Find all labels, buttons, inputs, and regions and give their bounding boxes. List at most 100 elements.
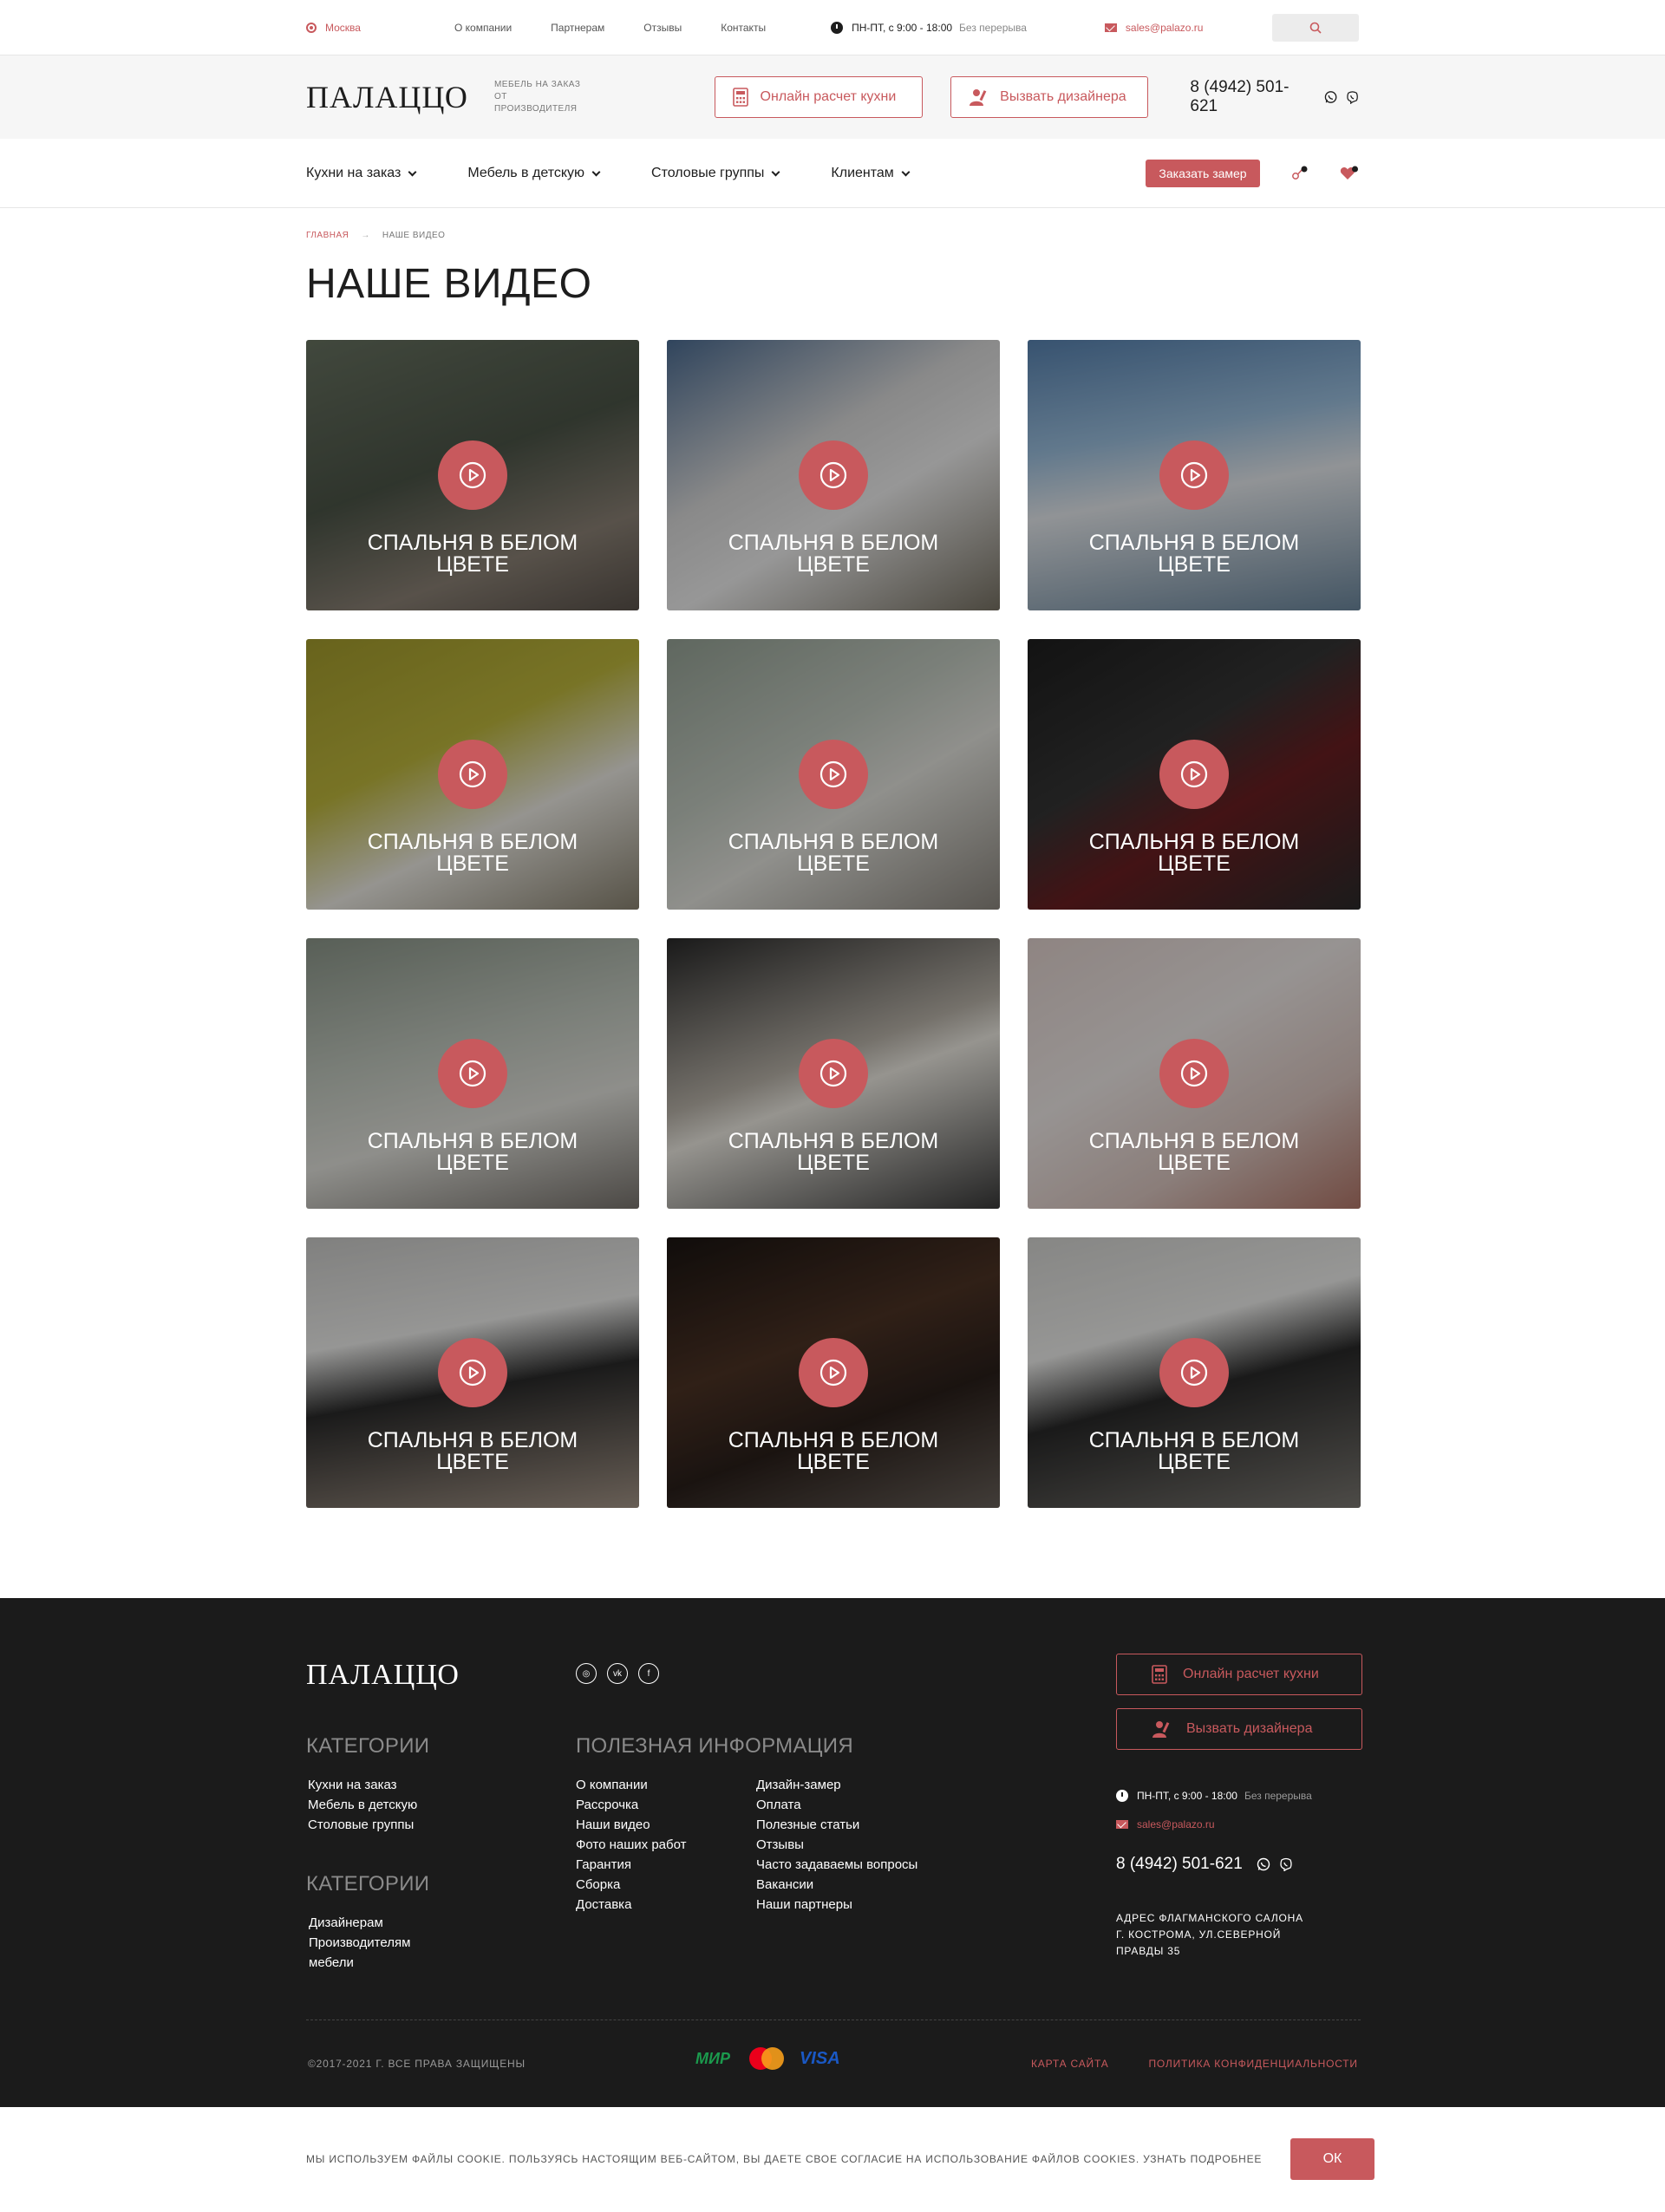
footer-link[interactable]: Рассрочка — [576, 1795, 687, 1815]
footer-link[interactable]: Часто задаваемы вопросы — [756, 1855, 917, 1875]
footer-hours-note: Без перерыва — [1244, 1790, 1312, 1802]
play-icon — [459, 1060, 486, 1087]
video-title: СПАЛЬНЯ В БЕЛОМ ЦВЕТЕ — [1088, 830, 1300, 876]
top-link-partners[interactable]: Партнерам — [551, 22, 604, 34]
video-card[interactable]: СПАЛЬНЯ В БЕЛОМ ЦВЕТЕ — [306, 639, 639, 910]
video-title: СПАЛЬНЯ В БЕЛОМ ЦВЕТЕ — [1088, 1428, 1300, 1474]
play-button[interactable] — [799, 1039, 868, 1108]
video-card[interactable]: СПАЛЬНЯ В БЕЛОМ ЦВЕТЕ — [1028, 1237, 1361, 1508]
email-link[interactable]: sales@palazo.ru — [1104, 22, 1204, 34]
vk-icon[interactable]: vk — [607, 1663, 628, 1684]
footer-link[interactable]: мебели — [309, 1953, 410, 1973]
play-button[interactable] — [1159, 1338, 1229, 1407]
call-designer-button[interactable]: Вызвать дизайнера — [950, 76, 1149, 118]
play-icon — [819, 461, 847, 489]
footer-logo[interactable]: ПАЛАЦЦО — [306, 1659, 460, 1692]
footer-link[interactable]: Производителям — [309, 1933, 410, 1953]
footer-link[interactable]: Дизайн-замер — [756, 1775, 917, 1795]
play-button[interactable] — [438, 1039, 507, 1108]
footer-link[interactable]: Дизайнерам — [309, 1913, 410, 1933]
footer-link[interactable]: Столовые группы — [308, 1815, 417, 1835]
header: ПАЛАЦЦО МЕБЕЛЬ НА ЗАКАЗ ОТ ПРОИЗВОДИТЕЛЯ… — [0, 55, 1665, 139]
video-card[interactable]: СПАЛЬНЯ В БЕЛОМ ЦВЕТЕ — [667, 938, 1000, 1209]
hours-note: Без перерыва — [959, 22, 1027, 34]
top-link-reviews[interactable]: Отзывы — [643, 22, 682, 34]
footer-email-link[interactable]: sales@palazo.ru — [1116, 1818, 1215, 1830]
play-icon — [819, 760, 847, 788]
video-card[interactable]: СПАЛЬНЯ В БЕЛОМ ЦВЕТЕ — [1028, 340, 1361, 610]
cookie-accept-button[interactable]: ОК — [1290, 2138, 1374, 2180]
whatsapp-icon[interactable] — [1257, 1857, 1270, 1871]
video-card[interactable]: СПАЛЬНЯ В БЕЛОМ ЦВЕТЕ — [306, 1237, 639, 1508]
nav-item-kitchens[interactable]: Кухни на заказ — [306, 166, 417, 181]
cookie-text: МЫ ИСПОЛЬЗУЕМ ФАЙЛЫ COOKIE. ПОЛЬЗУЯСЬ НА… — [306, 2153, 1263, 2165]
footer-link[interactable]: Вакансии — [756, 1875, 917, 1895]
phone-block[interactable]: 8 (4942) 501-621 — [1190, 78, 1359, 116]
play-button[interactable] — [1159, 740, 1229, 809]
designer-icon — [970, 89, 987, 106]
footer-link[interactable]: Мебель в детскую — [308, 1795, 417, 1815]
video-card[interactable]: СПАЛЬНЯ В БЕЛОМ ЦВЕТЕ — [1028, 639, 1361, 910]
top-link-contacts[interactable]: Контакты — [721, 22, 766, 34]
arrow-right-icon: → — [361, 231, 370, 240]
footer-kitchen-calc-button[interactable]: Онлайн расчет кухни — [1116, 1654, 1362, 1695]
nav-item-kids-furniture[interactable]: Мебель в детскую — [467, 166, 601, 181]
video-card[interactable]: СПАЛЬНЯ В БЕЛОМ ЦВЕТЕ — [667, 639, 1000, 910]
video-card[interactable]: СПАЛЬНЯ В БЕЛОМ ЦВЕТЕ — [667, 340, 1000, 610]
play-button[interactable] — [1159, 1039, 1229, 1108]
footer-link[interactable]: Полезные статьи — [756, 1815, 917, 1835]
play-button[interactable] — [438, 1338, 507, 1407]
video-card[interactable]: СПАЛЬНЯ В БЕЛОМ ЦВЕТЕ — [306, 938, 639, 1209]
footer-link[interactable]: Отзывы — [756, 1835, 917, 1855]
footer-link[interactable]: Наши партнеры — [756, 1895, 917, 1915]
footer-call-designer-label: Вызвать дизайнера — [1186, 1721, 1313, 1736]
footer-link[interactable]: Наши видео — [576, 1815, 687, 1835]
city-selector[interactable]: Москва — [306, 22, 361, 34]
facebook-icon[interactable]: f — [638, 1663, 659, 1684]
footer-call-designer-button[interactable]: Вызвать дизайнера — [1116, 1708, 1362, 1750]
search-button[interactable] — [1272, 14, 1359, 42]
video-title: СПАЛЬНЯ В БЕЛОМ ЦВЕТЕ — [367, 1428, 578, 1474]
viber-icon[interactable] — [1279, 1857, 1293, 1871]
video-grid: СПАЛЬНЯ В БЕЛОМ ЦВЕТЕ СПАЛЬНЯ В БЕЛОМ ЦВ… — [306, 340, 1361, 1508]
instagram-icon[interactable]: ◎ — [576, 1663, 597, 1684]
privacy-link[interactable]: ПОЛИТИКА КОНФИДЕНЦИАЛЬНОСТИ — [1149, 2058, 1358, 2070]
nav-item-clients[interactable]: Клиентам — [831, 166, 911, 181]
footer-link[interactable]: Гарантия — [576, 1855, 687, 1875]
footer-link[interactable]: Доставка — [576, 1895, 687, 1915]
play-button[interactable] — [438, 440, 507, 510]
address-line: АДРЕС ФЛАГМАНСКОГО САЛОНА — [1116, 1912, 1303, 1924]
sitemap-link[interactable]: КАРТА САЙТА — [1031, 2058, 1109, 2070]
email-text: sales@palazo.ru — [1125, 22, 1204, 34]
video-card[interactable]: СПАЛЬНЯ В БЕЛОМ ЦВЕТЕ — [1028, 938, 1361, 1209]
tagline-line-1: МЕБЕЛЬ НА ЗАКАЗ — [493, 80, 581, 89]
whatsapp-icon[interactable] — [1324, 90, 1337, 104]
top-link-about[interactable]: О компании — [454, 22, 512, 34]
viber-icon[interactable] — [1346, 90, 1359, 104]
breadcrumb-home[interactable]: ГЛАВНАЯ — [306, 231, 349, 240]
footer-link[interactable]: Оплата — [756, 1795, 917, 1815]
nav-item-dining-groups[interactable]: Столовые группы — [651, 166, 780, 181]
play-button[interactable] — [1159, 440, 1229, 510]
favorites-button[interactable] — [1340, 166, 1359, 181]
footer-link[interactable]: О компании — [576, 1775, 687, 1795]
order-measure-button[interactable]: Заказать замер — [1146, 160, 1260, 187]
play-button[interactable] — [799, 440, 868, 510]
play-button[interactable] — [799, 740, 868, 809]
city-label: Москва — [325, 22, 361, 34]
top-bar: Москва О компании Партнерам Отзывы Конта… — [0, 0, 1665, 55]
compare-button[interactable] — [1291, 166, 1309, 181]
video-card[interactable]: СПАЛЬНЯ В БЕЛОМ ЦВЕТЕ — [667, 1237, 1000, 1508]
video-card[interactable]: СПАЛЬНЯ В БЕЛОМ ЦВЕТЕ — [306, 340, 639, 610]
play-button[interactable] — [799, 1338, 868, 1407]
address-line: ПРАВДЫ 35 — [1116, 1945, 1181, 1957]
kitchen-calc-button[interactable]: Онлайн расчет кухни — [714, 76, 924, 118]
play-button[interactable] — [438, 740, 507, 809]
logo[interactable]: ПАЛАЦЦО — [306, 79, 468, 115]
footer-phone[interactable]: 8 (4942) 501-621 — [1116, 1855, 1293, 1874]
play-icon — [459, 461, 486, 489]
footer-link[interactable]: Кухни на заказ — [308, 1775, 417, 1795]
nav-label: Клиентам — [831, 166, 894, 180]
footer-link[interactable]: Сборка — [576, 1875, 687, 1895]
footer-link[interactable]: Фото наших работ — [576, 1835, 687, 1855]
